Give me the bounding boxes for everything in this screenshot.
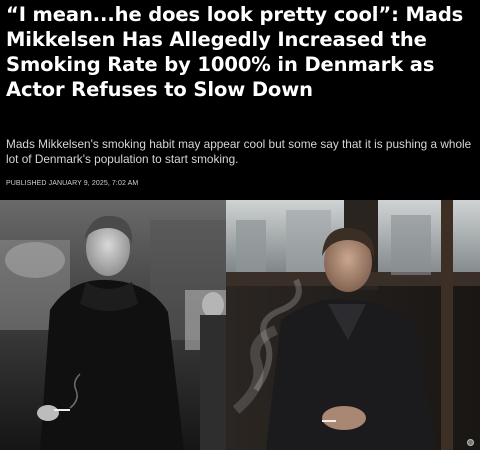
- corner-indicator-icon: [467, 439, 474, 446]
- article-subheadline: Mads Mikkelsen's smoking habit may appea…: [6, 137, 472, 166]
- right-photo: [226, 200, 480, 450]
- left-photo: [0, 200, 226, 450]
- publish-date: PUBLISHED JANUARY 9, 2025, 7:02 AM: [6, 180, 139, 187]
- article-headline: “I mean...he does look pretty cool”: Mad…: [6, 3, 464, 101]
